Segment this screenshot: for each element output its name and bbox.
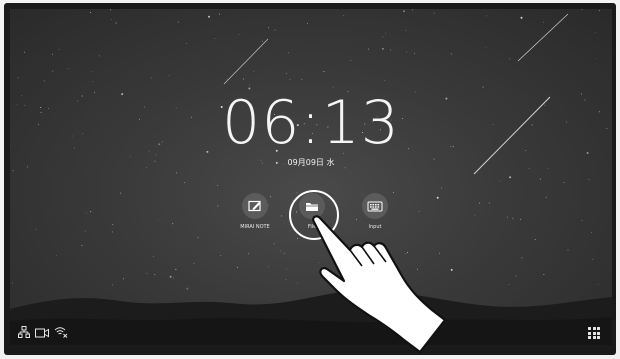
keyboard-icon xyxy=(362,193,388,219)
network-icon[interactable] xyxy=(18,325,30,343)
app-label: MIRAI NOTE xyxy=(240,224,270,230)
clock-date: 09月09日 水 xyxy=(287,158,335,167)
wifi-off-icon[interactable] xyxy=(54,325,68,343)
screen-cast-icon[interactable] xyxy=(35,325,49,343)
status-bar xyxy=(18,325,68,343)
clock-time: 06:13 xyxy=(222,88,400,158)
mountain-silhouette xyxy=(10,290,612,345)
app-grid-icon[interactable] xyxy=(588,327,600,339)
app-input[interactable]: Input xyxy=(349,193,401,230)
touch-highlight-ring xyxy=(289,190,339,240)
home-screen: 06:13 09月09日 水 MIRAI NOTE File Input xyxy=(10,9,612,345)
note-icon xyxy=(242,193,268,219)
app-mirai-note[interactable]: MIRAI NOTE xyxy=(229,193,281,230)
app-label: Input xyxy=(368,224,382,230)
